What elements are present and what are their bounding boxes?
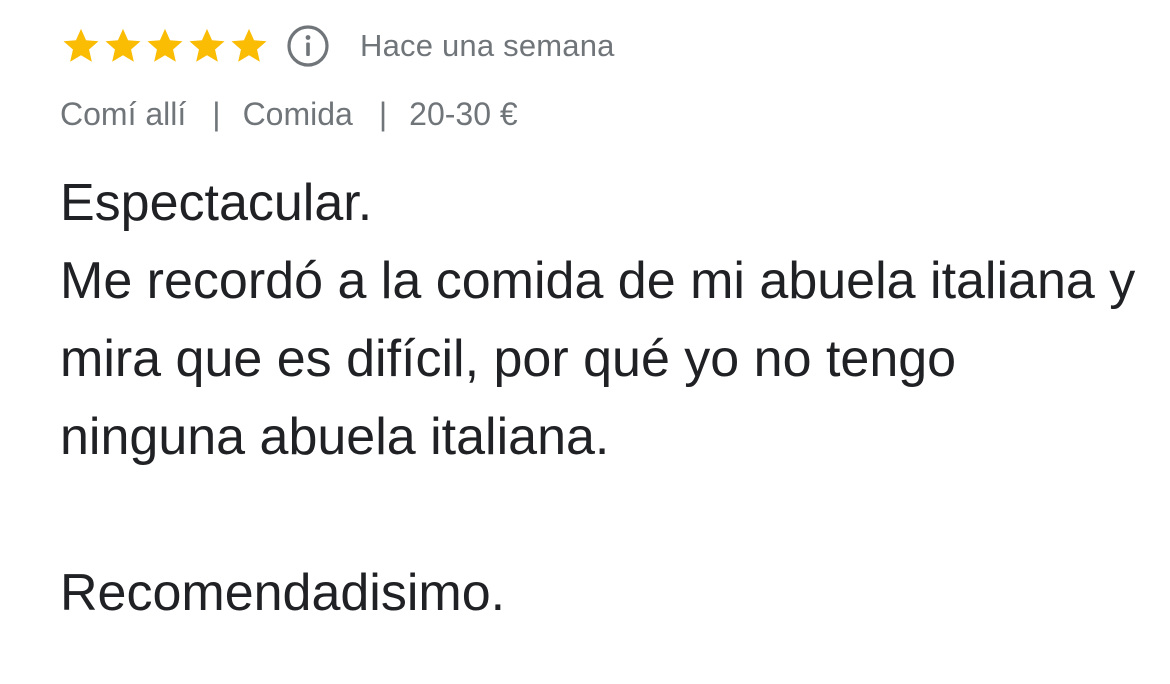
meta-service: Comí allí: [60, 95, 187, 132]
meta-separator: |: [212, 95, 221, 132]
star-icon: [147, 28, 183, 62]
review-time: Hace una semana: [360, 28, 615, 63]
star-icon: [63, 28, 99, 62]
meta-meal: Comida: [242, 95, 353, 132]
star-icon: [231, 28, 267, 62]
star-icon: [189, 28, 225, 62]
meta-price: 20-30 €: [409, 95, 518, 132]
star-icon: [105, 28, 141, 62]
meta-separator: |: [378, 95, 388, 132]
info-icon[interactable]: [286, 24, 330, 68]
review-text: Espectacular. Me recordó a la comida de …: [60, 174, 1136, 622]
rating-row: Hace una semana: [60, 22, 615, 70]
review-meta: Comí allí | Comida | 20-30 €: [60, 92, 518, 136]
star-rating: [60, 25, 270, 67]
